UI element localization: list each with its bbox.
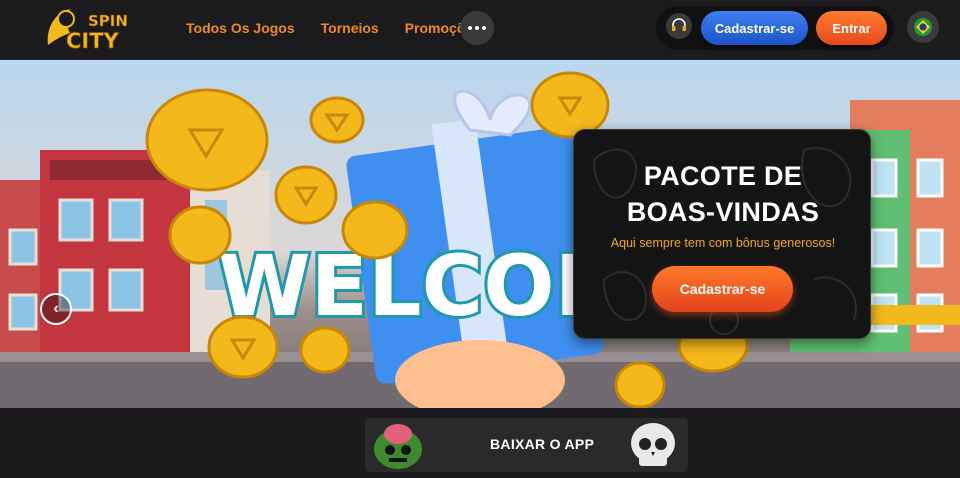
logo-city-text: CITY	[66, 29, 120, 53]
brazil-flag-icon	[914, 18, 932, 36]
hero-prev-button[interactable]: ‹	[40, 293, 72, 325]
chevron-left-icon: ‹	[53, 300, 59, 317]
welcome-offer-card: PACOTE DE BOAS-VINDAS Aqui sempre tem co…	[573, 129, 871, 339]
more-dots-icon	[468, 26, 486, 30]
spin-city-logo-icon: SPIN CITY	[47, 9, 128, 53]
hero-banner[interactable]: WELCOI ‹ PACOTE DE BOAS-VINDAS Aqui semp…	[0, 60, 960, 408]
download-app-label: BAIXAR O APP	[490, 436, 595, 452]
top-header: SPIN CITY Todos Os Jogos Torneios Promoç…	[0, 0, 960, 60]
language-selector[interactable]	[907, 11, 939, 43]
card-register-button[interactable]: Cadastrar-se	[652, 266, 793, 312]
nav-all-games[interactable]: Todos Os Jogos	[186, 20, 295, 36]
site-logo[interactable]: SPIN CITY	[44, 5, 132, 53]
logo-spin-text: SPIN	[88, 12, 128, 30]
card-subtitle: Aqui sempre tem com bônus generosos!	[610, 236, 836, 250]
welcome-art-text: WELCOI	[218, 237, 586, 335]
nav-tournaments[interactable]: Torneios	[321, 20, 379, 36]
support-button[interactable]	[666, 13, 692, 39]
headset-icon	[672, 18, 686, 31]
login-button[interactable]: Entrar	[816, 11, 887, 45]
skull-mascot-icon	[631, 423, 675, 466]
zombie-mascot-icon	[374, 424, 422, 469]
card-title: PACOTE DE BOAS-VINDAS	[626, 161, 820, 227]
main-nav: Todos Os Jogos Torneios Promoções	[186, 0, 507, 56]
more-menu-button[interactable]	[460, 11, 494, 45]
register-button[interactable]: Cadastrar-se	[701, 11, 808, 45]
